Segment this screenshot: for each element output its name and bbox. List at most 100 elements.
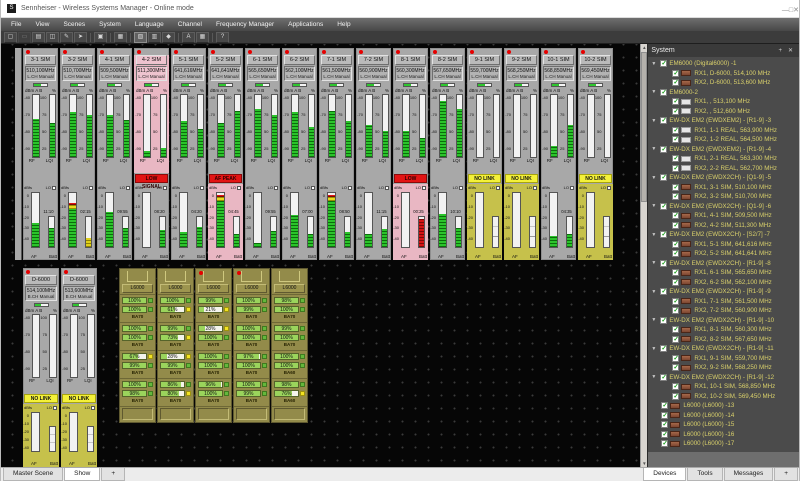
lo-checkbox[interactable] [533,186,537,190]
chevron-down-icon[interactable]: ▼ [651,346,660,352]
chevron-down-icon[interactable]: ▼ [651,146,660,152]
strip-name[interactable]: 4-1 SIM [99,55,130,65]
l6000-column[interactable]: L6000 98% 100% BA70 99% 100% BA70 [271,268,308,423]
checkbox-icon[interactable]: ✓ [660,146,667,153]
tree-device-row[interactable]: ▼ ✓ EW-DX EM2 (EWDX2CH) - [Q1-9] -6 [648,202,799,212]
checkbox-icon[interactable]: ✓ [672,193,679,200]
menu-help[interactable]: Help [330,21,357,28]
checkbox-icon[interactable]: ✓ [672,383,679,390]
checkbox-icon[interactable]: ✓ [672,212,679,219]
panel-tab--[interactable]: + [774,468,798,481]
tree-receiver-row[interactable]: ✓ RX1, 1-1 REAL, 563,900 MHz [648,126,799,136]
strip-name[interactable]: 10-1 SIM [543,55,574,65]
tree-receiver-row[interactable]: ✓ RX1, 9-1 SIM, 559,700 MHz [648,354,799,364]
monitor-canvas[interactable]: 3-1 SIM 510,100MHz L.CH Manual dBm A B %… [1,44,640,467]
lo-checkbox[interactable] [274,186,278,190]
chevron-down-icon[interactable]: ▼ [651,317,660,323]
grid-view-button[interactable]: ▦ [114,32,127,43]
tree-device-row[interactable]: ▼ ✓ EW-DX EM2 (EWDX2CH) - [Q1-9] -5 [648,173,799,183]
menu-frequency-manager[interactable]: Frequency Manager [209,21,281,28]
strip-name[interactable]: 5-2 SIM [210,55,241,65]
channel-strip[interactable]: D-6000 514,100MHz B.CH Manual dBm A B % … [23,268,59,467]
menu-view[interactable]: View [28,21,56,28]
checkbox-icon[interactable]: ✓ [660,317,667,324]
tree-receiver-row[interactable]: ✓ RX2, 10-2 SIM, 569,450 MHz [648,392,799,402]
tree-receiver-row[interactable]: ✓ RX1, , 513,100 MHz [648,97,799,107]
chevron-down-icon[interactable]: ▼ [651,289,660,295]
strip-name[interactable]: 9-2 SIM [506,55,537,65]
strip-name[interactable]: 6-2 SIM [284,55,315,65]
tree-device-row[interactable]: ✓ L6000 (L6000) -17 [648,439,799,449]
lo-checkbox[interactable] [89,186,93,190]
channel-strip[interactable]: 9-2 SIM 568,250MHz L.CH Manual dBm A B %… [504,48,539,260]
tree-receiver-row[interactable]: ✓ RX2, 6-2 SIM, 562,100 MHz [648,278,799,288]
checkbox-icon[interactable]: ✓ [672,279,679,286]
checkbox-icon[interactable]: ✓ [672,184,679,191]
pin-icon[interactable]: + [775,48,785,54]
tree-device-row[interactable]: ✓ L6000 (L6000) -16 [648,430,799,440]
strip-name[interactable]: 4-2 SIM [136,55,167,65]
strip-name[interactable]: 8-1 SIM [395,55,426,65]
checkbox-icon[interactable]: ✓ [672,222,679,229]
checkbox-icon[interactable]: ✓ [672,70,679,77]
chevron-down-icon[interactable]: ▼ [651,61,660,67]
channel-strip[interactable]: 5-2 SIM 641,641MHz L.CH Manual dBm A B %… [208,48,243,260]
channel-strip[interactable]: 10-2 SIM 569,450MHz L.CH Manual dBm A B … [578,48,613,260]
channel-strip[interactable]: 6-1 SIM 565,650MHz L.CH Manual dBm A B %… [245,48,280,260]
channel-strip[interactable]: 3-1 SIM 510,100MHz L.CH Manual dBm A B %… [23,48,58,260]
tree-receiver-row[interactable]: ✓ RX1, 4-1 SIM, 509,500 MHz [648,211,799,221]
checkbox-icon[interactable]: ✓ [672,269,679,276]
chart-view-button[interactable]: ▥ [148,32,161,43]
tree-device-row[interactable]: ▼ ✓ EW-DX EM2 (EWDXEM2) - [R1-9] -3 [648,116,799,126]
lo-checkbox[interactable] [53,406,57,410]
print-button[interactable]: ▤ [32,32,45,43]
tree-receiver-row[interactable]: ✓ RX2, 1-2 REAL, 564,500 MHz [648,135,799,145]
lo-checkbox[interactable] [570,186,574,190]
tree-receiver-row[interactable]: ✓ RX1, 7-1 SIM, 561,500 MHz [648,297,799,307]
menu-channel[interactable]: Channel [171,21,209,28]
tree-device-row[interactable]: ✓ L6000 (L6000) -14 [648,411,799,421]
lo-checkbox[interactable] [311,186,315,190]
strip-name[interactable]: 7-2 SIM [358,55,389,65]
channel-strip[interactable]: D-6000 513,600MHz B.CH Manual dBm A B % … [61,268,97,467]
checkbox-icon[interactable]: ✓ [660,203,667,210]
checkbox-icon[interactable]: ✓ [660,60,667,67]
strip-name[interactable]: 6-1 SIM [247,55,278,65]
strip-name[interactable]: D-6000 [25,275,57,285]
strip-name[interactable]: 9-1 SIM [469,55,500,65]
tree-receiver-row[interactable]: ✓ RX2, 5-2 SIM, 641,641 MHz [648,249,799,259]
strip-name[interactable]: 5-1 SIM [173,55,204,65]
new-file-button[interactable]: ▢ [4,32,17,43]
table-view-button[interactable]: ▦ [196,32,209,43]
select-tool-button[interactable]: ➤ [74,32,87,43]
tree-device-row[interactable]: ▼ ✓ EW-DX EM2 (EWDX2CH) - [R1-9] -11 [648,344,799,354]
l6000-column[interactable]: L6000 100% 99% BA70 100% 100% BA70 [233,268,270,423]
tree-receiver-row[interactable]: ✓ RX2, 9-2 SIM, 568,250 MHz [648,363,799,373]
checkbox-icon[interactable]: ✓ [672,79,679,86]
layout-view-button[interactable]: ▧ [134,32,147,43]
tree-receiver-row[interactable]: ✓ RX1, 8-1 SIM, 560,300 MHz [648,325,799,335]
lo-checkbox[interactable] [163,186,167,190]
font-tool-button[interactable]: A [182,32,195,43]
checkbox-icon[interactable]: ✓ [660,374,667,381]
tree-receiver-row[interactable]: ✓ RX1, D-6000, 514,100 MHz [648,69,799,79]
panel-tab-messages[interactable]: Messages [724,468,774,481]
panel-tab-devices[interactable]: Devices [643,468,686,481]
minimize-button[interactable]: — [782,7,789,14]
save-button[interactable]: ◫ [46,32,59,43]
panel-tab-tools[interactable]: Tools [687,468,722,481]
lo-checkbox[interactable] [52,186,56,190]
scroll-down-arrow[interactable]: ▼ [641,460,647,467]
scroll-up-arrow[interactable]: ▲ [641,44,647,51]
lo-checkbox[interactable] [200,186,204,190]
menu-file[interactable]: File [4,21,28,28]
channel-strip[interactable]: 3-2 SIM 510,700MHz L.CH Manual dBm A B %… [60,48,95,260]
menu-applications[interactable]: Applications [281,21,330,28]
tree-device-row[interactable]: ▼ ✓ EM6000-2 [648,88,799,98]
chevron-down-icon[interactable]: ▼ [651,374,660,380]
tree-receiver-row[interactable]: ✓ RX2, 8-2 SIM, 567,650 MHz [648,335,799,345]
channel-strip[interactable]: 5-1 SIM 641,616MHz L.CH Manual dBm A B %… [171,48,206,260]
chevron-down-icon[interactable]: ▼ [651,232,660,238]
channel-strip[interactable]: 8-1 SIM 560,300MHz L.CH Manual dBm A B %… [393,48,428,260]
checkbox-icon[interactable]: ✓ [672,108,679,115]
